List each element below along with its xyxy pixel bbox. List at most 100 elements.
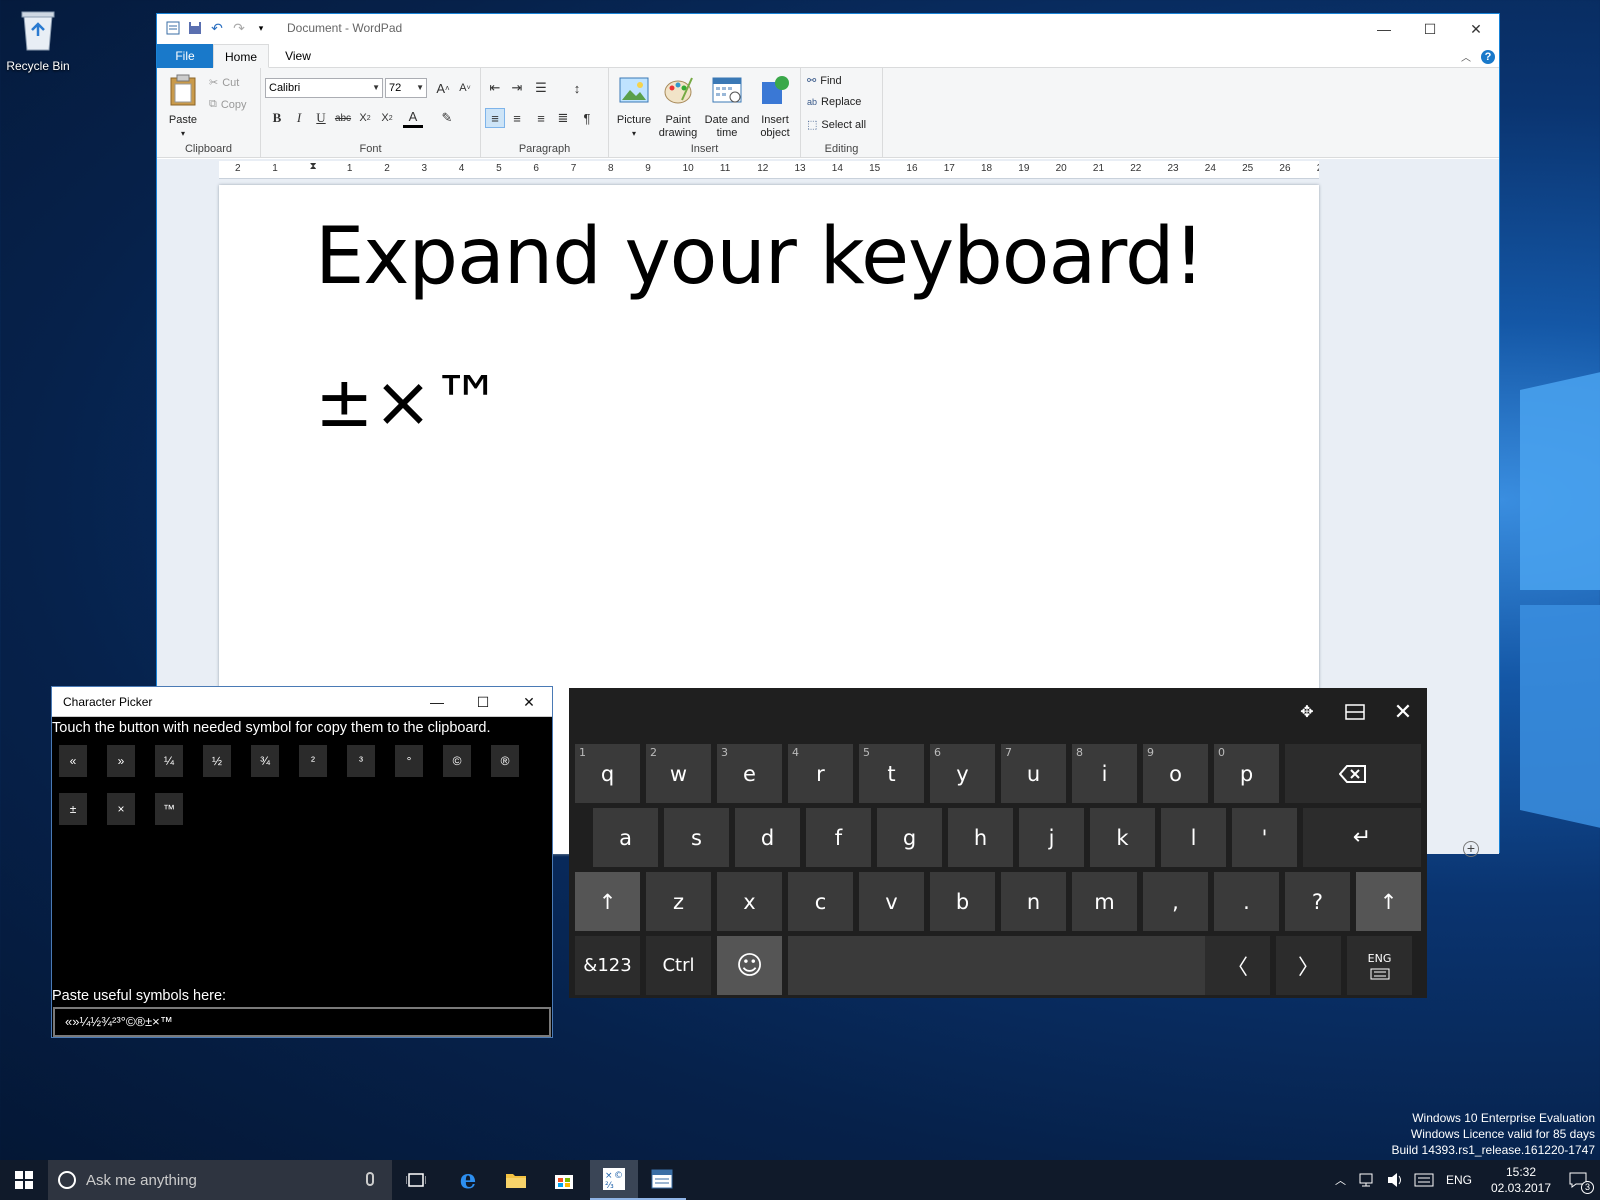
key-symbols[interactable]: &123 — [575, 936, 640, 995]
paste-button[interactable]: Paste ▾ — [163, 74, 203, 140]
close-button[interactable]: ✕ — [506, 687, 552, 717]
close-button[interactable]: ✕ — [1453, 14, 1499, 44]
insert-object-button[interactable]: Insert object — [753, 74, 797, 140]
key-y[interactable]: y6 — [930, 744, 995, 803]
key-i[interactable]: i8 — [1072, 744, 1137, 803]
help-icon[interactable]: ? — [1481, 49, 1495, 64]
find-button[interactable]: ⚯ Find — [807, 74, 842, 88]
show-hidden-icons-icon[interactable]: ︿ — [1335, 1172, 1346, 1188]
file-explorer-taskbar-button[interactable] — [492, 1160, 540, 1200]
key-row3-2[interactable]: c — [788, 872, 853, 931]
italic-icon[interactable]: I — [289, 108, 309, 128]
symbol-button[interactable]: ½ — [203, 745, 231, 777]
key-row3-0[interactable]: z — [646, 872, 711, 931]
key-row3-6[interactable]: m — [1072, 872, 1137, 931]
symbol-button[interactable]: ° — [395, 745, 423, 777]
key-q[interactable]: q1 — [575, 744, 640, 803]
paragraph-settings-icon[interactable]: ¶ — [577, 108, 597, 128]
minimize-button[interactable]: — — [1361, 14, 1407, 44]
decrease-indent-icon[interactable]: ⇤ — [485, 78, 505, 98]
key-g[interactable]: g — [877, 808, 942, 867]
superscript-icon[interactable]: X2 — [377, 108, 397, 128]
cut-button[interactable]: ✂ Cut — [209, 76, 239, 90]
save-icon[interactable] — [187, 20, 203, 36]
symbol-button[interactable]: ³ — [347, 745, 375, 777]
key-k[interactable]: k — [1090, 808, 1155, 867]
paste-dropdown-icon[interactable]: ▾ — [163, 127, 203, 140]
key-enter[interactable]: ↵ — [1303, 808, 1421, 867]
paste-symbols-field[interactable]: «»¼½¾²³°©®±×™ — [53, 1007, 551, 1037]
document-line-1[interactable]: Expand your keyboard! — [315, 207, 1205, 307]
tab-home[interactable]: Home — [213, 44, 269, 68]
key-apostrophe[interactable]: ' — [1232, 808, 1297, 867]
task-view-button[interactable] — [392, 1160, 440, 1200]
key-space[interactable] — [788, 936, 1208, 995]
customize-toolbar-icon[interactable]: ▾ — [253, 20, 269, 36]
microphone-icon[interactable] — [366, 1172, 374, 1186]
key-a[interactable]: a — [593, 808, 658, 867]
key-h[interactable]: h — [948, 808, 1013, 867]
document-line-2[interactable]: ±×™ — [315, 357, 502, 447]
wordpad-app-icon[interactable] — [165, 20, 181, 36]
line-spacing-icon[interactable]: ↕ — [567, 78, 587, 98]
cortana-search-box[interactable]: Ask me anything — [48, 1160, 392, 1200]
justify-icon[interactable]: ≣ — [553, 108, 573, 128]
symbol-button[interactable]: ± — [59, 793, 87, 825]
key-row3-1[interactable]: x — [717, 872, 782, 931]
taskbar-clock[interactable]: 15:32 02.03.2017 — [1486, 1164, 1556, 1196]
font-family-select[interactable]: Calibri ▼ — [265, 78, 383, 98]
increase-indent-icon[interactable]: ⇥ — [507, 78, 527, 98]
volume-icon[interactable] — [1386, 1172, 1404, 1188]
select-all-button[interactable]: ⬚ Select all — [807, 118, 866, 132]
underline-icon[interactable]: U — [311, 108, 331, 128]
symbol-button[interactable]: ™ — [155, 793, 183, 825]
dock-icon[interactable] — [1331, 688, 1379, 736]
paint-drawing-button[interactable]: Paint drawing — [657, 74, 699, 140]
undo-icon[interactable]: ↶ — [209, 20, 225, 36]
date-time-button[interactable]: Date and time — [701, 74, 753, 140]
symbol-button[interactable]: ² — [299, 745, 327, 777]
edge-taskbar-button[interactable]: e — [444, 1160, 492, 1200]
key-right[interactable]: 〉 — [1276, 936, 1341, 995]
copy-button[interactable]: ⧉ Copy — [209, 98, 247, 111]
input-language-indicator[interactable]: ENG — [1446, 1173, 1472, 1187]
symbol-button[interactable]: ® — [491, 745, 519, 777]
align-right-icon[interactable]: ≡ — [531, 108, 551, 128]
align-center-icon[interactable]: ≡ — [507, 108, 527, 128]
picture-dropdown-icon[interactable]: ▾ — [613, 127, 655, 140]
key-f[interactable]: f — [806, 808, 871, 867]
ruler[interactable]: 2 1 ⧗ 1 2 3 4 5 6 7 8 9 10 11 12 13 14 15 16 17 18 19 20 21 22 23… — [219, 161, 1319, 179]
close-icon[interactable]: ✕ — [1379, 688, 1427, 736]
maximize-button[interactable]: ☐ — [460, 687, 506, 717]
network-icon[interactable] — [1358, 1172, 1376, 1188]
redo-icon[interactable]: ↷ — [231, 20, 247, 36]
key-row3-7[interactable]: , — [1143, 872, 1208, 931]
text-color-icon[interactable]: A — [403, 108, 423, 128]
zoom-in-icon[interactable]: + — [1463, 841, 1479, 857]
key-l[interactable]: l — [1161, 808, 1226, 867]
key-row3-8[interactable]: . — [1214, 872, 1279, 931]
key-r[interactable]: r4 — [788, 744, 853, 803]
key-p[interactable]: p0 — [1214, 744, 1279, 803]
maximize-button[interactable]: ☐ — [1407, 14, 1453, 44]
wordpad-taskbar-button[interactable] — [638, 1160, 686, 1200]
replace-button[interactable]: ab Replace — [807, 96, 861, 108]
touch-keyboard-tray-icon[interactable] — [1414, 1173, 1434, 1187]
key-language[interactable]: ENG — [1347, 936, 1412, 995]
collapse-ribbon-icon[interactable]: ︿ — [1461, 49, 1471, 64]
key-emoji[interactable]: ☺ — [717, 936, 782, 995]
store-taskbar-button[interactable] — [540, 1160, 588, 1200]
key-w[interactable]: w2 — [646, 744, 711, 803]
minimize-button[interactable]: — — [414, 687, 460, 717]
align-left-icon[interactable]: ≡ — [485, 108, 505, 128]
symbol-button[interactable]: × — [107, 793, 135, 825]
key-o[interactable]: o9 — [1143, 744, 1208, 803]
key-t[interactable]: t5 — [859, 744, 924, 803]
key-s[interactable]: s — [664, 808, 729, 867]
highlight-color-icon[interactable]: ✎ — [437, 108, 457, 128]
key-shift-right[interactable]: ↑ — [1356, 872, 1421, 931]
subscript-icon[interactable]: X2 — [355, 108, 375, 128]
symbol-button[interactable]: © — [443, 745, 471, 777]
grow-font-icon[interactable]: A ˄ — [433, 78, 453, 98]
insert-picture-button[interactable]: Picture ▾ — [613, 74, 655, 140]
